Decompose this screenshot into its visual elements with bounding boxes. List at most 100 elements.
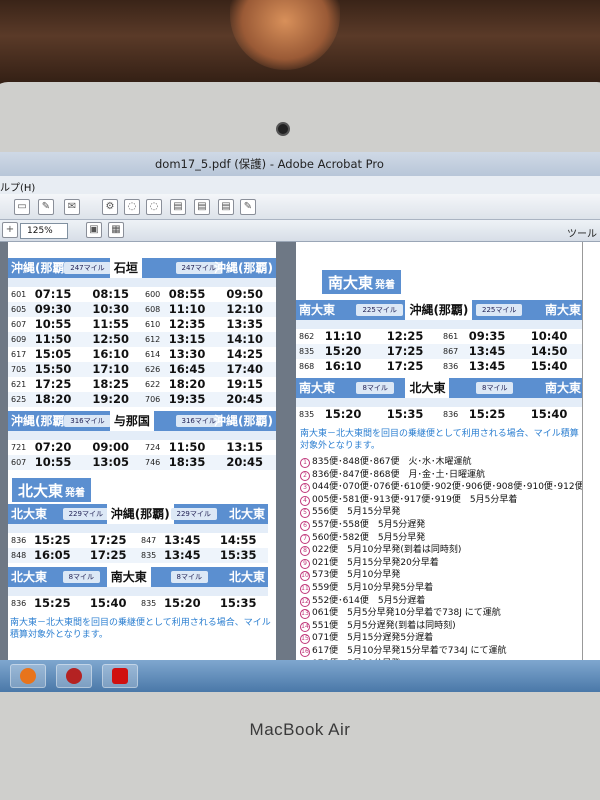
departure-time: 10:55 bbox=[34, 317, 72, 331]
taskbar-acrobat[interactable] bbox=[102, 664, 138, 688]
document-lock-icon[interactable]: ▤ bbox=[170, 199, 186, 215]
departure-time: 18:20 bbox=[168, 377, 206, 391]
footnote-text: 552便･614便 5月5分遅着 bbox=[312, 595, 426, 606]
footnote-number: 14 bbox=[300, 621, 310, 632]
route-miles: 225マイル bbox=[356, 304, 403, 316]
route-header: 沖縄(那覇) 316マイル 与那国 316マイル 沖縄(那覇) bbox=[8, 411, 276, 431]
tools-button[interactable]: ツール bbox=[567, 225, 597, 240]
table-row: 621 17:25 18:25 622 18:20 19:15 bbox=[8, 377, 276, 392]
arrival-time: 16:10 bbox=[92, 347, 130, 361]
footnote-number: 6 bbox=[300, 520, 310, 531]
departure-time: 12:35 bbox=[168, 317, 206, 331]
footnotes-list: 1 835便･848便･867便 火･水･木曜運航 2 836便･847便･868便 … bbox=[300, 456, 586, 660]
print-icon[interactable]: ▭ bbox=[14, 199, 30, 215]
footnote-number: 3 bbox=[300, 483, 310, 494]
table-row: 868 16:10 17:25 836 13:45 15:40 bbox=[296, 359, 584, 374]
edit-document-icon[interactable]: ✎ bbox=[240, 199, 256, 215]
window-title: dom17_5.pdf (保護) - Adobe Acrobat Pro bbox=[155, 157, 384, 171]
footnote-item: 9 021便 5月15分早発20分早着 bbox=[300, 557, 584, 570]
footnote-number: 13 bbox=[300, 609, 310, 620]
arrival-time: 14:50 bbox=[530, 344, 568, 358]
flight-number: 848 bbox=[11, 551, 27, 560]
footnote-text: 835便･848便･867便 火･水･木曜運航 bbox=[312, 457, 472, 467]
add-icon[interactable]: + bbox=[2, 222, 18, 238]
document-user-icon[interactable]: ▤ bbox=[218, 199, 234, 215]
footnote-item: 10 573便 5月10分早発 bbox=[300, 569, 584, 582]
route-origin: 北大東 bbox=[11, 507, 48, 521]
section-title-text: 北大東 bbox=[18, 482, 64, 500]
arrival-time: 17:40 bbox=[226, 362, 264, 376]
toolbar: ▭ ✎ ✉ ⚙ ◌ ◌ ▤ ▤ ▤ ✎ bbox=[0, 194, 600, 220]
gear-icon[interactable]: ⚙ bbox=[102, 199, 118, 215]
route-miles-return: 229マイル bbox=[170, 508, 217, 520]
route-miles: 247マイル bbox=[64, 262, 111, 274]
departure-time: 07:15 bbox=[34, 287, 72, 301]
route-header: 南大東 225マイル 沖縄(那覇) 225マイル 南大東 bbox=[296, 300, 584, 320]
flight-number: 605 bbox=[11, 305, 27, 314]
connection-note: 南大東－北大東間を回目の乗継便として利用される場合、マイル積算対象外となります。 bbox=[300, 429, 579, 451]
route-miles-return: 8マイル bbox=[170, 571, 208, 583]
departure-time: 18:35 bbox=[168, 455, 206, 469]
arrival-time: 08:15 bbox=[92, 287, 130, 301]
flight-number: 746 bbox=[145, 458, 161, 467]
arrival-time: 15:35 bbox=[219, 596, 257, 610]
section-title: 北大東 発着 bbox=[12, 478, 92, 502]
flight-number: 868 bbox=[299, 362, 315, 371]
comment-icon[interactable]: ◌ bbox=[124, 199, 140, 215]
arrival-time: 10:40 bbox=[530, 329, 568, 343]
table-row: 607 10:55 11:55 610 12:35 13:35 bbox=[8, 317, 276, 332]
route-origin: 南大東 bbox=[299, 303, 336, 317]
pdf-create-icon[interactable]: ✎ bbox=[38, 199, 54, 215]
taskbar-firefox[interactable] bbox=[10, 664, 46, 688]
arrival-time: 13:05 bbox=[92, 455, 130, 469]
route-destination: 沖縄(那覇) bbox=[405, 300, 473, 320]
flight-number: 601 bbox=[11, 290, 27, 299]
footnote-item: 1 835便･848便･867便 火･水･木曜運航 bbox=[300, 456, 584, 469]
route-origin: 沖縄(那覇) bbox=[11, 414, 70, 428]
flight-number: 836 bbox=[443, 410, 459, 419]
zoom-select[interactable]: 125% bbox=[20, 223, 68, 239]
document-sign-icon[interactable]: ▤ bbox=[194, 199, 210, 215]
flight-number: 617 bbox=[11, 350, 27, 359]
fit-width-icon[interactable]: ▦ bbox=[108, 222, 124, 238]
footnote-item: 7 560便･582便 5月5分早発 bbox=[300, 532, 584, 545]
footnote-text: 556便 5月15分早発 bbox=[312, 507, 401, 518]
route-return-destination: 南大東 bbox=[544, 303, 581, 317]
departure-time: 18:20 bbox=[34, 392, 72, 406]
arrival-time: 20:45 bbox=[226, 392, 264, 406]
departure-time: 13:45 bbox=[468, 359, 506, 373]
flight-number: 608 bbox=[145, 305, 161, 314]
mail-icon[interactable]: ✉ bbox=[64, 199, 80, 215]
footnote-number: 4 bbox=[300, 495, 310, 506]
column-header-band bbox=[8, 587, 268, 596]
flight-number: 847 bbox=[141, 536, 157, 545]
departure-time: 15:05 bbox=[34, 347, 72, 361]
footnote-number: 9 bbox=[300, 558, 310, 569]
table-row: 836 15:25 17:25 847 13:45 14:55 bbox=[8, 533, 268, 548]
column-header-band bbox=[8, 524, 268, 533]
footnote-number: 5 bbox=[300, 508, 310, 519]
route-miles: 8マイル bbox=[62, 571, 101, 583]
arrival-time: 19:20 bbox=[92, 392, 130, 406]
route-miles-return: 225マイル bbox=[476, 304, 523, 316]
window-titlebar: dom17_5.pdf (保護) - Adobe Acrobat Pro bbox=[0, 152, 600, 176]
arrival-time: 12:10 bbox=[226, 302, 264, 316]
route-return-destination: 北大東 bbox=[228, 507, 265, 521]
flight-number: 621 bbox=[11, 380, 27, 389]
footnote-item: 3 044便･070便･076便･610便･902便･906便･908便･910便… bbox=[300, 481, 586, 494]
arrival-time: 17:25 bbox=[89, 533, 127, 547]
comment-list-icon[interactable]: ◌ bbox=[146, 199, 162, 215]
taskbar-app[interactable] bbox=[56, 664, 92, 688]
column-header-band bbox=[296, 398, 584, 407]
fit-page-icon[interactable]: ▣ bbox=[86, 222, 102, 238]
arrival-time: 17:25 bbox=[386, 359, 424, 373]
arrival-time: 15:40 bbox=[530, 359, 568, 373]
column-header-band bbox=[8, 278, 276, 287]
departure-time: 13:30 bbox=[168, 347, 206, 361]
menu-help[interactable]: ルプ(H) bbox=[0, 179, 35, 194]
flight-number: 609 bbox=[11, 335, 27, 344]
arrival-time: 10:30 bbox=[92, 302, 130, 316]
table-row: 617 15:05 16:10 614 13:30 14:25 bbox=[8, 347, 276, 362]
flight-number: 724 bbox=[145, 443, 161, 452]
footnote-number: 7 bbox=[300, 533, 310, 544]
